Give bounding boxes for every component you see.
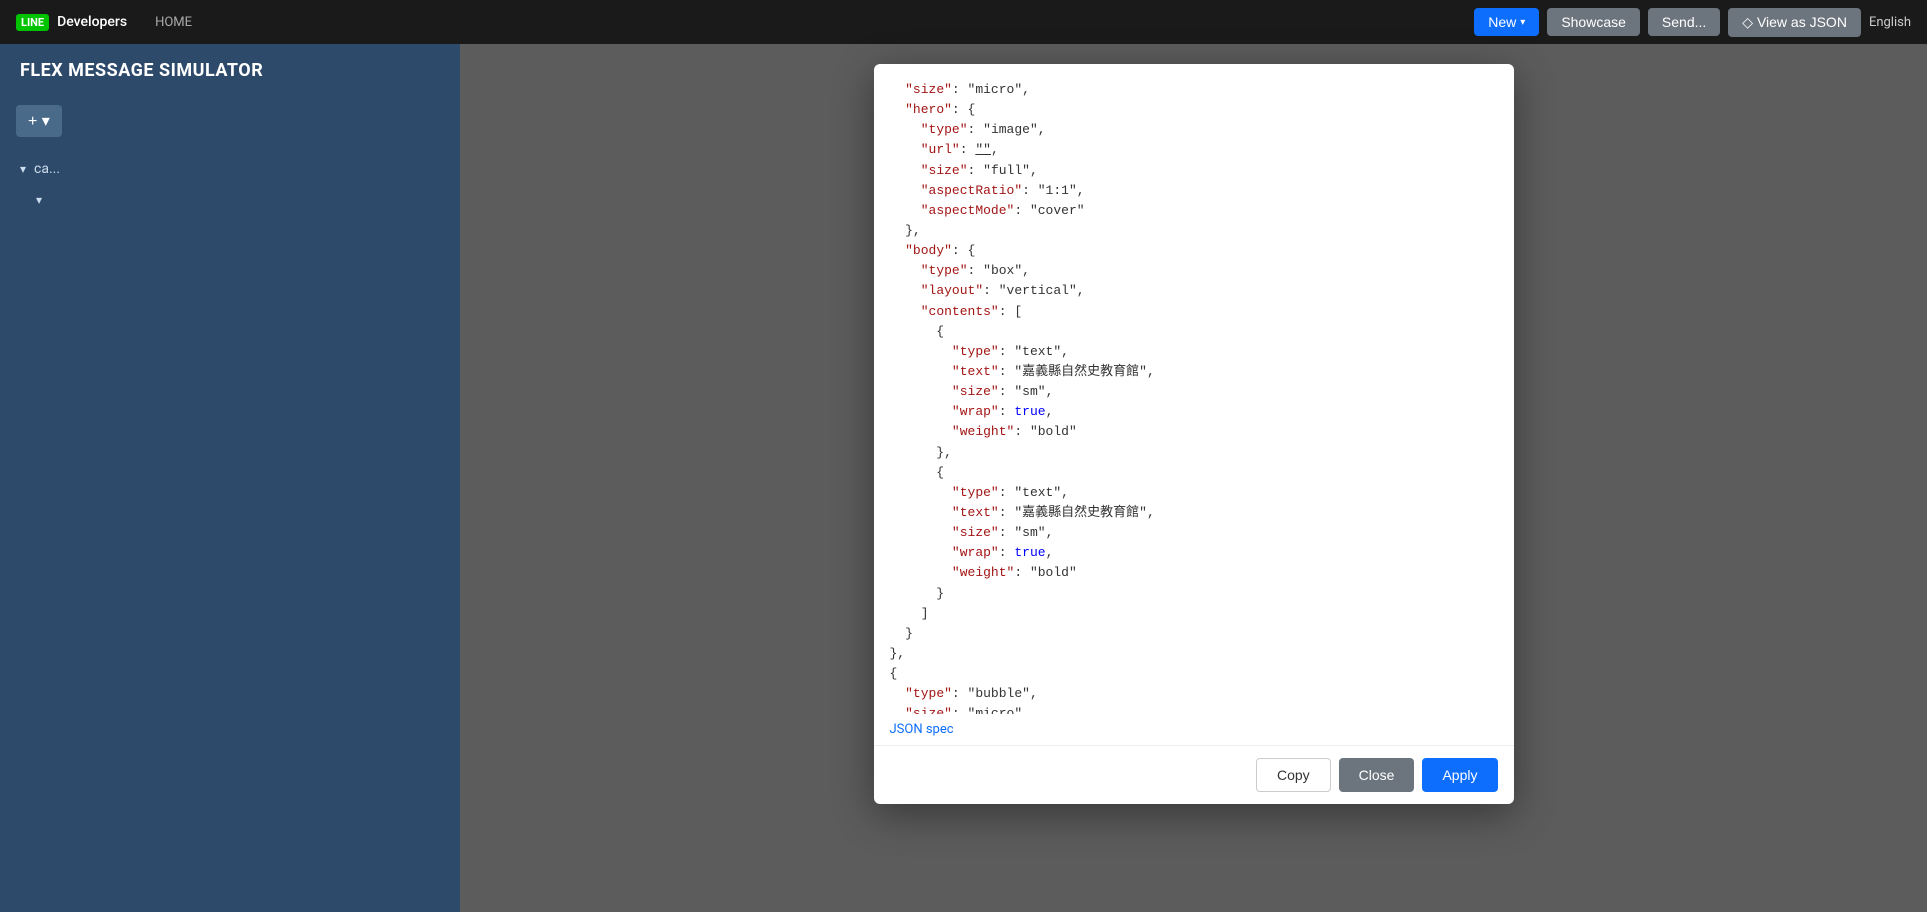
modal-footer: Copy Close Apply (874, 745, 1514, 804)
content-area: "size": "micro", "hero": { "type": "imag… (460, 44, 1927, 912)
brand: LINE Developers HOME (16, 14, 192, 31)
json-code-content: "size": "micro", "hero": { "type": "imag… (890, 80, 1498, 714)
copy-button[interactable]: Copy (1256, 758, 1331, 792)
new-label: New (1488, 14, 1516, 30)
simulator-title: FLEX MESSAGE SIMULATOR (0, 44, 460, 97)
sidebar-toolbar: + ▾ (0, 97, 460, 145)
modal-overlay: "size": "micro", "hero": { "type": "imag… (460, 44, 1927, 912)
send-button[interactable]: Send... (1648, 8, 1720, 36)
developers-label: Developers (57, 14, 127, 30)
home-link[interactable]: HOME (155, 15, 192, 30)
chevron-down-icon: ▾ (20, 162, 26, 176)
add-button[interactable]: + ▾ (16, 105, 62, 137)
sidebar: FLEX MESSAGE SIMULATOR + ▾ ▾ ca... ▾ (0, 44, 460, 912)
navbar: LINE Developers HOME New ▾ Showcase Send… (0, 0, 1927, 44)
json-editor-modal: "size": "micro", "hero": { "type": "imag… (874, 64, 1514, 804)
new-caret-icon: ▾ (1520, 17, 1525, 28)
new-button[interactable]: New ▾ (1474, 8, 1539, 36)
view-as-json-button[interactable]: ◇ View as JSON (1728, 8, 1861, 37)
navbar-right: New ▾ Showcase Send... ◇ View as JSON En… (1474, 8, 1911, 37)
sidebar-item-ca[interactable]: ▾ ca... (0, 153, 460, 185)
modal-body: "size": "micro", "hero": { "type": "imag… (874, 64, 1514, 745)
showcase-button[interactable]: Showcase (1547, 8, 1640, 36)
sidebar-sub-item: ▾ (0, 185, 460, 215)
language-selector[interactable]: English (1869, 15, 1911, 30)
json-spec-link[interactable]: JSON spec (874, 714, 1514, 745)
json-code-editor[interactable]: "size": "micro", "hero": { "type": "imag… (874, 64, 1514, 714)
chevron-down-icon-sub: ▾ (36, 193, 42, 207)
sidebar-content: ▾ ca... ▾ (0, 145, 460, 223)
line-logo: LINE (16, 14, 49, 31)
sidebar-item-label: ca... (34, 161, 60, 177)
apply-button[interactable]: Apply (1422, 758, 1497, 792)
main-area: FLEX MESSAGE SIMULATOR + ▾ ▾ ca... ▾ "si… (0, 44, 1927, 912)
close-button[interactable]: Close (1339, 758, 1415, 792)
